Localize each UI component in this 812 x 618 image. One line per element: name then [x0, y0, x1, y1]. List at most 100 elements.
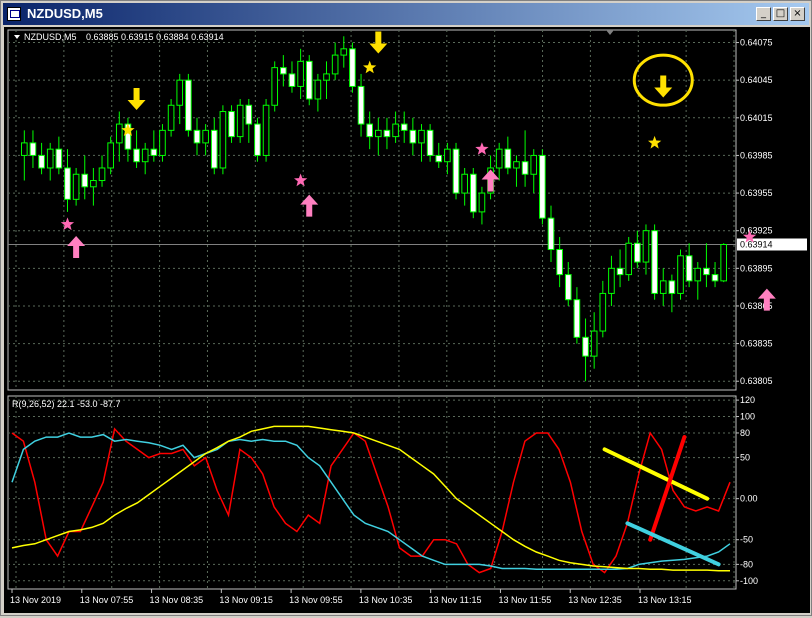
candle [254, 117, 261, 162]
candle [616, 249, 624, 288]
candle-body-bear [185, 79, 192, 131]
candle [107, 136, 114, 175]
candle-body-bull [72, 173, 80, 200]
oscillator-series-line [11, 427, 731, 574]
candle [513, 155, 520, 187]
candle-body-bull [314, 79, 322, 100]
candle-body-bear [38, 154, 45, 169]
candle-body-bull [159, 129, 166, 156]
candle-body-bear [349, 48, 356, 87]
candle-body-bear [228, 111, 235, 138]
candle-body-bull [513, 161, 520, 169]
candle [418, 124, 425, 162]
close-button[interactable]: × [790, 7, 805, 21]
candle [331, 42, 339, 81]
candle [262, 98, 270, 162]
candle-body-bear [64, 167, 71, 200]
oscillator-tick-label: -50 [740, 535, 753, 545]
candle [426, 124, 434, 162]
candle-body-bear [409, 129, 417, 144]
candle-body-bear [133, 148, 140, 163]
candle [219, 105, 227, 175]
shift-marker-icon[interactable] [606, 30, 614, 35]
candle [64, 149, 71, 212]
candle [323, 61, 330, 99]
candle-body-bear [711, 274, 719, 282]
candle-body-bull [21, 142, 28, 156]
oscillator-header-label: R(9,26,52) 22.1 -53.0 -87.7 [12, 399, 121, 409]
candle-body-bear [81, 173, 89, 188]
oscillator-tick-label: 80 [740, 428, 750, 438]
candle [452, 142, 460, 200]
sell-star-icon [60, 217, 75, 231]
arrow-down-icon [654, 75, 673, 98]
candle [55, 136, 63, 175]
candle [383, 117, 391, 150]
candle [38, 142, 45, 175]
arrow-up-icon [481, 169, 500, 192]
candle-body-bull [297, 60, 304, 87]
candle-body-bear [193, 129, 201, 144]
candle [29, 130, 37, 168]
chart-svg[interactable]: 0.64075 0.64045 0.64015 0.63985 0.63955 0.639… [4, 27, 810, 613]
candle-body-bear [469, 173, 477, 213]
candle-body-bull [167, 104, 175, 131]
candle [150, 130, 158, 162]
candle [81, 155, 89, 200]
candle [46, 142, 54, 181]
candle-body-bull [141, 148, 149, 163]
candle-body-bull [677, 255, 684, 294]
candle-body-bull [202, 129, 209, 144]
candle [349, 42, 356, 93]
buy-star-icon [648, 135, 662, 149]
candle [288, 61, 296, 93]
chart-symbol-label: NZDUSD,M5 [24, 32, 77, 42]
candle [469, 167, 477, 219]
candle-body-bull [271, 67, 279, 106]
candle-body-bull [107, 142, 114, 169]
minimize-button[interactable]: _ [756, 7, 771, 21]
candle-body-bear [452, 148, 460, 194]
candle [392, 111, 399, 143]
trend-annotation-line [602, 447, 710, 501]
title-bar[interactable]: NZDUSD,M5 _ □ × [3, 3, 809, 25]
candle [193, 117, 201, 156]
oscillator-series-line [11, 432, 731, 571]
chart-menu-triangle-icon[interactable] [14, 35, 20, 39]
price-tick-label: 0.63955 [740, 188, 773, 198]
candle [720, 243, 727, 283]
candle-body-bear [426, 129, 434, 156]
candle-body-bear [556, 249, 563, 276]
oscillator-tick-label: 120 [740, 395, 755, 405]
arrow-down-icon [127, 87, 146, 110]
candle-body-bear [573, 299, 581, 338]
time-tick-label: 13 Nov 07:55 [80, 595, 134, 605]
candle-body-bear [521, 161, 529, 175]
candle [478, 186, 486, 225]
candle [642, 224, 650, 275]
candle-body-bear [400, 123, 408, 131]
candle-body-bull [46, 148, 54, 169]
candle [625, 236, 633, 281]
candle [297, 48, 304, 99]
window-title: NZDUSD,M5 [27, 6, 103, 21]
candle [694, 262, 702, 300]
candle [236, 98, 244, 143]
candle [72, 167, 80, 206]
candle-body-bear [703, 267, 710, 276]
candle [444, 142, 451, 175]
chart-area[interactable]: 0.64075 0.64045 0.64015 0.63985 0.63955 0.639… [4, 27, 810, 613]
price-tick-label: 0.63985 [740, 150, 773, 160]
candle [159, 124, 166, 162]
trend-annotation-line [625, 521, 721, 567]
chart-window-icon [7, 7, 21, 21]
candle-body-bull [98, 167, 106, 182]
candle [651, 224, 658, 300]
candle-body-bull [115, 123, 123, 144]
candle [547, 205, 555, 263]
candle [90, 167, 97, 206]
candle [461, 167, 468, 206]
candle-body-bull [495, 148, 503, 169]
candle-body-bull [642, 230, 650, 263]
maximize-button[interactable]: □ [773, 7, 788, 21]
